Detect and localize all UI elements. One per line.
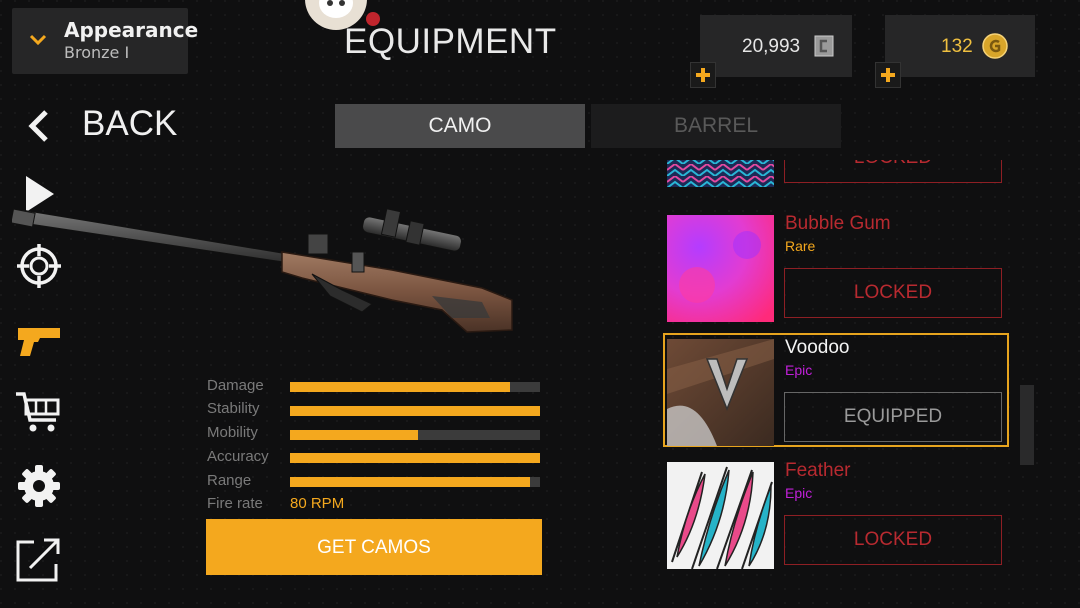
page-title: EQUIPMENT <box>344 22 557 61</box>
camo-equipped-button[interactable]: EQUIPPED <box>784 392 1002 442</box>
stat-bar-accuracy <box>290 453 540 463</box>
gold-balance: 132 <box>875 15 1035 88</box>
camo-rarity: Rare <box>785 238 816 254</box>
camo-locked-button[interactable]: LOCKED <box>784 160 1002 183</box>
back-arrow-icon[interactable] <box>24 108 54 144</box>
credits-value: 20,993 <box>742 36 801 57</box>
camo-locked-button[interactable]: LOCKED <box>784 268 1002 318</box>
gold-coin-icon <box>982 33 1008 59</box>
stat-bar-mobility <box>290 430 540 440</box>
camo-swatch-chevron <box>667 160 774 187</box>
profile-selector[interactable]: Appearance Bronze I <box>12 8 198 74</box>
camo-rarity: Epic <box>785 485 813 501</box>
stat-label-range: Range <box>207 472 252 489</box>
add-credits-button[interactable] <box>690 62 716 88</box>
camo-locked-button[interactable]: LOCKED <box>784 515 1002 565</box>
fire-rate-value: 80 RPM <box>290 495 345 512</box>
add-gold-button[interactable] <box>875 62 901 88</box>
sniper-rifle-image <box>12 208 513 333</box>
camo-swatch-feather <box>667 462 774 569</box>
stat-bar-range <box>290 477 540 487</box>
stat-label-accuracy: Accuracy <box>207 448 269 465</box>
camo-name: Voodoo <box>785 337 850 358</box>
camo-item-equipped[interactable]: Voodoo Epic EQUIPPED <box>660 333 1010 459</box>
stat-label-stability: Stability <box>207 400 260 417</box>
external-link-icon[interactable] <box>14 536 64 584</box>
camo-item[interactable]: Bubble Gum Rare LOCKED <box>660 213 1010 335</box>
profile-name: Appearance <box>64 18 199 42</box>
credits-balance: 20,993 <box>690 15 852 88</box>
gear-icon[interactable] <box>14 462 64 510</box>
camo-rarity: Epic <box>785 362 813 378</box>
camo-list[interactable]: LOCKED Bubble Gum Rare LOCKED <box>660 160 1020 608</box>
profile-rank: Bronze I <box>64 43 130 62</box>
camo-item[interactable]: LOCKED <box>660 160 1010 200</box>
tab-barrel[interactable]: BARREL <box>591 104 841 148</box>
camo-list-scrollbar[interactable] <box>1020 385 1034 465</box>
get-camos-button[interactable]: GET CAMOS <box>206 519 542 575</box>
camo-item[interactable]: Feather Epic LOCKED <box>660 460 1010 582</box>
stat-label-damage: Damage <box>207 377 264 394</box>
camo-swatch-voodoo <box>667 339 774 446</box>
stat-label-fire-rate: Fire rate <box>207 495 263 512</box>
stat-bar-stability <box>290 406 540 416</box>
gold-value: 132 <box>941 36 973 57</box>
chevron-down-icon <box>29 34 47 46</box>
credits-icon <box>814 35 834 57</box>
back-button[interactable]: BACK <box>82 104 177 144</box>
tab-camo[interactable]: CAMO <box>335 104 585 148</box>
camo-name: Bubble Gum <box>785 213 891 234</box>
stat-bar-damage <box>290 382 540 392</box>
cart-icon[interactable] <box>14 388 64 436</box>
camo-name: Feather <box>785 460 851 481</box>
camo-swatch-bubble-gum <box>667 215 774 322</box>
stat-label-mobility: Mobility <box>207 424 258 441</box>
